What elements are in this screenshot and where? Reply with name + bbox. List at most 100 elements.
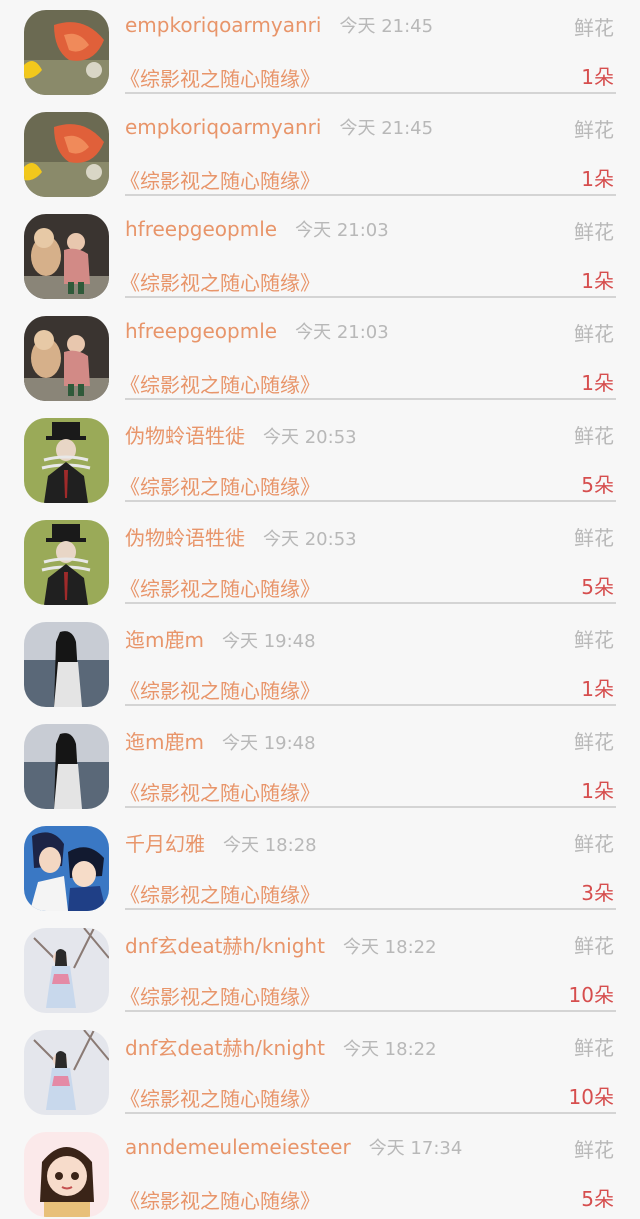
- timestamp: 今天 18:22: [342, 1039, 437, 1060]
- book-title-link[interactable]: 《综影视之随心随缘》: [120, 879, 320, 908]
- gift-count: 5朵: [581, 473, 614, 497]
- list-item[interactable]: dnf玄deat赫h/knight 今天 18:22 鲜花 《综影视之随心随缘》 …: [0, 1020, 640, 1122]
- timestamp: 今天 17:34: [368, 1138, 463, 1159]
- snow-girl-avatar-icon: [24, 1030, 109, 1115]
- avatar[interactable]: [24, 622, 109, 707]
- divider: [125, 92, 616, 94]
- list-item[interactable]: 伪物蛉语牲徙 今天 20:53 鲜花 《综影视之随心随缘》 5朵: [0, 510, 640, 612]
- book-title-link[interactable]: 《综影视之随心随缘》: [120, 471, 320, 500]
- timestamp: 今天 21:45: [339, 16, 434, 37]
- book-title-link[interactable]: 《综影视之随心随缘》: [120, 267, 320, 296]
- list-item[interactable]: 千月幻雅 今天 18:28 鲜花 《综影视之随心随缘》 3朵: [0, 816, 640, 918]
- avatar[interactable]: [24, 826, 109, 911]
- gift-type-label: 鲜花: [574, 322, 614, 346]
- divider: [125, 1010, 616, 1012]
- gift-type-label: 鲜花: [574, 1138, 614, 1162]
- book-title-link[interactable]: 《综影视之随心随缘》: [120, 165, 320, 194]
- timestamp: 今天 21:03: [295, 322, 389, 343]
- gift-type-label: 鲜花: [574, 730, 614, 754]
- book-title-link[interactable]: 《综影视之随心随缘》: [120, 1083, 320, 1112]
- gift-type-label: 鲜花: [574, 1036, 614, 1060]
- timestamp: 今天 21:03: [295, 220, 389, 241]
- gift-count: 1朵: [581, 167, 614, 191]
- tophat-man-avatar-icon: [24, 520, 109, 605]
- avatar[interactable]: [24, 1030, 109, 1115]
- book-title-link[interactable]: 《综影视之随心随缘》: [120, 63, 320, 92]
- gift-type-label: 鲜花: [574, 16, 614, 40]
- timestamp: 今天 21:45: [339, 118, 434, 139]
- book-title-link[interactable]: 《综影视之随心随缘》: [120, 1185, 320, 1214]
- gift-count: 1朵: [581, 779, 614, 803]
- gift-count: 10朵: [568, 1085, 614, 1109]
- username[interactable]: 迤m鹿m 今天 19:48: [125, 726, 316, 755]
- list-item[interactable]: hfreepgeopmle 今天 21:03 鲜花 《综影视之随心随缘》 1朵: [0, 306, 640, 408]
- cartoon-girl-avatar-icon: [24, 1132, 109, 1217]
- divider: [125, 398, 616, 400]
- timestamp: 今天 20:53: [263, 529, 357, 550]
- gift-count: 1朵: [581, 677, 614, 701]
- anime-boys-avatar-icon: [24, 826, 109, 911]
- tophat-man-avatar-icon: [24, 418, 109, 503]
- divider: [125, 1112, 616, 1114]
- book-title-link[interactable]: 《综影视之随心随缘》: [120, 777, 320, 806]
- gift-count: 1朵: [581, 269, 614, 293]
- divider: [125, 602, 616, 604]
- list-item[interactable]: 迤m鹿m 今天 19:48 鲜花 《综影视之随心随缘》 1朵: [0, 714, 640, 816]
- gift-count: 1朵: [581, 371, 614, 395]
- divider: [125, 296, 616, 298]
- username[interactable]: anndemeulemeiesteer 今天 17:34: [125, 1134, 462, 1160]
- koi-avatar-icon: [24, 10, 109, 95]
- gift-type-label: 鲜花: [574, 424, 614, 448]
- avatar[interactable]: [24, 1132, 109, 1217]
- list-item[interactable]: 迤m鹿m 今天 19:48 鲜花 《综影视之随心随缘》 1朵: [0, 612, 640, 714]
- divider: [125, 704, 616, 706]
- book-title-link[interactable]: 《综影视之随心随缘》: [120, 573, 320, 602]
- divider: [125, 908, 616, 910]
- timestamp: 今天 19:48: [221, 631, 316, 652]
- gift-count: 5朵: [581, 1187, 614, 1211]
- sea-ghost-avatar-icon: [24, 724, 109, 809]
- username[interactable]: 伪物蛉语牲徙 今天 20:53: [125, 522, 357, 551]
- avatar[interactable]: [24, 10, 109, 95]
- username[interactable]: 千月幻雅 今天 18:28: [125, 828, 317, 857]
- avatar[interactable]: [24, 214, 109, 299]
- username[interactable]: empkoriqoarmyanri 今天 21:45: [125, 12, 433, 38]
- username[interactable]: hfreepgeopmle 今天 21:03: [125, 216, 389, 242]
- avatar[interactable]: [24, 520, 109, 605]
- book-title-link[interactable]: 《综影视之随心随缘》: [120, 675, 320, 704]
- username[interactable]: dnf玄deat赫h/knight 今天 18:22: [125, 1032, 437, 1061]
- username[interactable]: 伪物蛉语牲徙 今天 20:53: [125, 420, 357, 449]
- username[interactable]: empkoriqoarmyanri 今天 21:45: [125, 114, 433, 140]
- gift-count: 1朵: [581, 65, 614, 89]
- list-item[interactable]: 伪物蛉语牲徙 今天 20:53 鲜花 《综影视之随心随缘》 5朵: [0, 408, 640, 510]
- girl-dog-avatar-icon: [24, 316, 109, 401]
- username[interactable]: 迤m鹿m 今天 19:48: [125, 624, 316, 653]
- list-item[interactable]: dnf玄deat赫h/knight 今天 18:22 鲜花 《综影视之随心随缘》 …: [0, 918, 640, 1020]
- book-title-link[interactable]: 《综影视之随心随缘》: [120, 369, 320, 398]
- list-item[interactable]: anndemeulemeiesteer 今天 17:34 鲜花 《综影视之随心随缘…: [0, 1122, 640, 1219]
- divider: [125, 194, 616, 196]
- list-item[interactable]: empkoriqoarmyanri 今天 21:45 鲜花 《综影视之随心随缘》 …: [0, 102, 640, 204]
- avatar[interactable]: [24, 316, 109, 401]
- avatar[interactable]: [24, 418, 109, 503]
- timestamp: 今天 20:53: [263, 427, 357, 448]
- gift-type-label: 鲜花: [574, 220, 614, 244]
- timestamp: 今天 18:28: [223, 835, 317, 856]
- gift-type-label: 鲜花: [574, 118, 614, 142]
- sea-ghost-avatar-icon: [24, 622, 109, 707]
- avatar[interactable]: [24, 724, 109, 809]
- avatar[interactable]: [24, 928, 109, 1013]
- timestamp: 今天 18:22: [342, 937, 437, 958]
- gift-count: 3朵: [581, 881, 614, 905]
- list-item[interactable]: hfreepgeopmle 今天 21:03 鲜花 《综影视之随心随缘》 1朵: [0, 204, 640, 306]
- avatar[interactable]: [24, 112, 109, 197]
- username[interactable]: dnf玄deat赫h/knight 今天 18:22: [125, 930, 437, 959]
- list-item[interactable]: empkoriqoarmyanri 今天 21:45 鲜花 《综影视之随心随缘》 …: [0, 0, 640, 102]
- divider: [125, 500, 616, 502]
- book-title-link[interactable]: 《综影视之随心随缘》: [120, 981, 320, 1010]
- username[interactable]: hfreepgeopmle 今天 21:03: [125, 318, 389, 344]
- koi-avatar-icon: [24, 112, 109, 197]
- gift-type-label: 鲜花: [574, 628, 614, 652]
- girl-dog-avatar-icon: [24, 214, 109, 299]
- gift-type-label: 鲜花: [574, 526, 614, 550]
